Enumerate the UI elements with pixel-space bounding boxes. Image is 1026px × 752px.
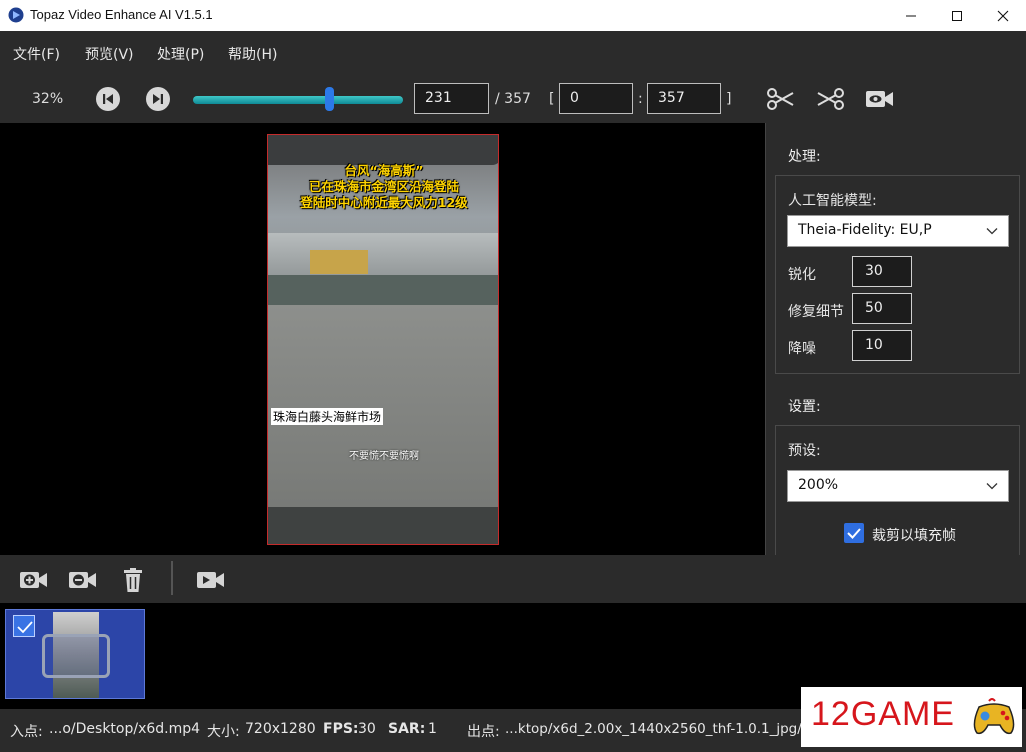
range-close-bracket: ] — [726, 91, 732, 107]
processing-group: 人工智能模型: Theia-Fidelity: EU,P 锐化 30 修复细节 … — [775, 175, 1020, 374]
video-headline-line-3: 登陆时中心附近最大风力12级 — [300, 195, 468, 210]
in-point-value: ...o/Desktop/x6d.mp4 — [49, 721, 201, 737]
jump-to-start-button[interactable] — [96, 87, 120, 111]
restore-detail-label: 修复细节 — [788, 304, 844, 320]
remove-video-icon[interactable] — [68, 567, 98, 593]
size-value: 720x1280 — [245, 721, 316, 737]
range-open-bracket: [ — [549, 91, 555, 107]
video-preview-area[interactable]: 台风“海高斯” 已在珠海市金湾区沿海登陆 登陆时中心附近最大风力12级 珠海白藤… — [0, 123, 765, 555]
checkmark-icon — [847, 528, 861, 539]
preset-label: 预设: — [788, 443, 821, 459]
in-point-label: 入点: — [10, 724, 43, 740]
sharpen-label: 锐化 — [788, 267, 816, 283]
trash-icon[interactable] — [120, 567, 150, 593]
settings-group: 预设: 200% 裁剪以填充帧 — [775, 425, 1020, 565]
video-headline-line-1: 台风“海高斯” — [344, 163, 424, 178]
chevron-down-icon — [986, 228, 998, 235]
ai-model-select[interactable]: Theia-Fidelity: EU,P — [787, 215, 1009, 247]
sar-label: SAR: — [388, 721, 426, 737]
frame-bridge-base-shape — [268, 275, 498, 305]
crop-to-fill-checkbox[interactable] — [844, 523, 864, 543]
preview-camera-icon[interactable] — [865, 87, 895, 111]
ai-model-value: Theia-Fidelity: EU,P — [798, 222, 932, 238]
watermark-text: 12GAME — [811, 695, 955, 733]
frame-roof-shape — [268, 135, 498, 165]
clip-toolbar — [0, 555, 1026, 603]
render-video-icon[interactable] — [196, 567, 226, 593]
title-bar: Topaz Video Enhance AI V1.5.1 — [0, 0, 1026, 31]
out-point-value: ...ktop/x6d_2.00x_1440x2560_thf-1.0.1_jp… — [505, 721, 802, 737]
out-point-label: 出点: — [467, 724, 500, 740]
video-headline-line-2: 已在珠海市金湾区沿海登陆 — [308, 179, 459, 194]
restore-detail-input[interactable]: 50 — [852, 293, 912, 324]
ai-model-label: 人工智能模型: — [788, 193, 877, 209]
denoise-input[interactable]: 10 — [852, 330, 912, 361]
zoom-level[interactable]: 32% — [32, 91, 63, 107]
watermark-logo: 12GAME — [801, 687, 1022, 747]
chevron-down-icon — [986, 483, 998, 490]
fps-value: 30 — [358, 721, 376, 737]
settings-panel: 处理: 人工智能模型: Theia-Fidelity: EU,P 锐化 30 修… — [765, 123, 1026, 565]
video-subtitle: 不要慌不要慌啊 — [349, 451, 419, 462]
skip-back-icon — [103, 94, 113, 104]
settings-section-title: 设置: — [788, 399, 821, 415]
app-logo-icon — [8, 7, 24, 23]
size-label: 大小: — [207, 724, 240, 740]
range-end-input[interactable]: 357 — [647, 83, 721, 114]
range-separator: : — [638, 91, 643, 107]
minimize-icon — [906, 15, 916, 16]
preset-select[interactable]: 200% — [787, 470, 1009, 502]
jump-to-end-button[interactable] — [146, 87, 170, 111]
frame-sign-shape — [310, 250, 368, 274]
range-start-input[interactable]: 0 — [559, 83, 633, 114]
crop-to-fill-label[interactable]: 裁剪以填充帧 — [872, 525, 956, 545]
video-place-label: 珠海白藤头海鲜市场 — [271, 408, 384, 425]
close-icon — [997, 10, 1009, 21]
preset-value: 200% — [798, 477, 839, 493]
scissors-icon[interactable] — [766, 87, 796, 111]
menu-bar: 文件(F) 预览(V) 处理(P) 帮助(H) — [0, 31, 1026, 71]
current-frame-input[interactable]: 231 — [414, 83, 489, 114]
clip-select-checkbox[interactable] — [13, 615, 35, 637]
frame-bottom-shape — [268, 507, 498, 544]
sar-value: 1 — [428, 721, 437, 737]
add-video-icon[interactable] — [19, 567, 49, 593]
frame-slider-track[interactable] — [193, 96, 403, 104]
clip-thumbnail[interactable] — [5, 609, 145, 699]
checkmark-icon — [17, 621, 33, 634]
window-title: Topaz Video Enhance AI V1.5.1 — [30, 7, 213, 22]
playback-toolbar: 32% 231 / 357 [ 0 : 357 ] — [0, 71, 1026, 123]
video-frame: 台风“海高斯” 已在珠海市金湾区沿海登陆 登陆时中心附近最大风力12级 珠海白藤… — [267, 134, 499, 545]
clip-frame-marker-icon — [42, 634, 110, 678]
maximize-icon — [952, 10, 962, 21]
sharpen-input[interactable]: 30 — [852, 256, 912, 287]
maximize-button[interactable] — [934, 0, 980, 31]
toolbar-divider — [171, 561, 173, 595]
menu-file[interactable]: 文件(F) — [13, 44, 60, 64]
processing-section-title: 处理: — [788, 149, 821, 165]
menu-process[interactable]: 处理(P) — [157, 44, 204, 64]
denoise-label: 降噪 — [788, 341, 816, 357]
frame-slider-thumb[interactable] — [324, 87, 334, 111]
menu-preview[interactable]: 预览(V) — [85, 44, 134, 64]
gamepad-icon — [973, 698, 1015, 735]
skip-forward-icon — [153, 94, 163, 104]
total-frames-label: / 357 — [495, 91, 531, 107]
menu-help[interactable]: 帮助(H) — [228, 44, 277, 64]
close-button[interactable] — [980, 0, 1026, 31]
minimize-button[interactable] — [888, 0, 934, 31]
fps-label: FPS: — [323, 721, 359, 737]
split-cut-icon[interactable] — [815, 87, 845, 111]
